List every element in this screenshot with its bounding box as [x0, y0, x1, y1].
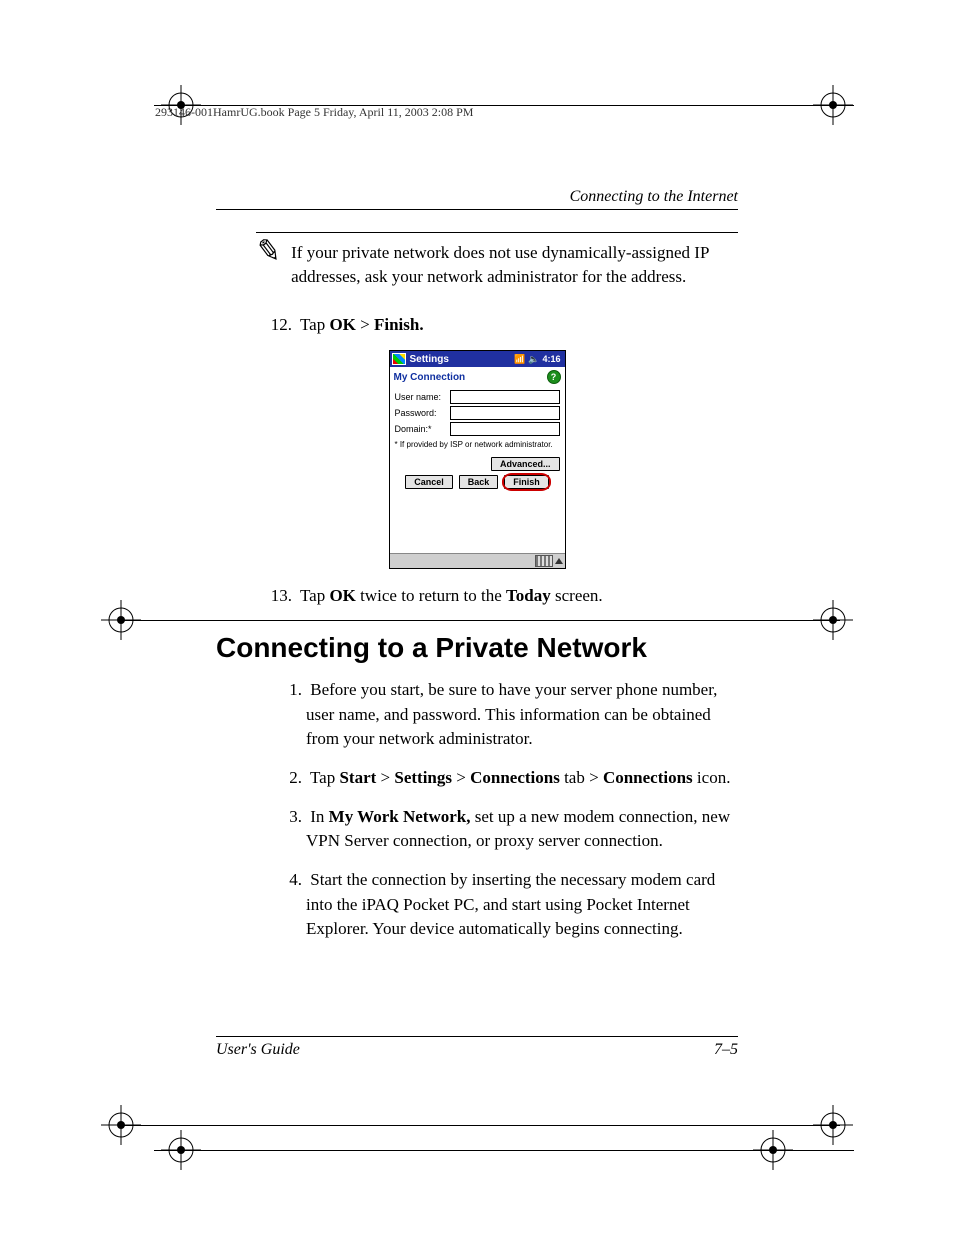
pencil-note-icon: ✎	[254, 235, 283, 268]
password-field	[450, 406, 560, 420]
running-header: Connecting to the Internet	[216, 188, 738, 210]
cancel-button: Cancel	[405, 475, 453, 489]
windows-flag-icon	[392, 353, 406, 365]
print-metadata: 293146-001HamrUG.book Page 5 Friday, Apr…	[155, 105, 473, 120]
step-text: Tap Start > Settings > Connections tab >…	[310, 768, 731, 787]
help-icon: ?	[547, 370, 561, 384]
footer-right: 7–5	[714, 1041, 738, 1059]
connection-title: My Connection	[394, 372, 466, 383]
domain-field	[450, 422, 560, 436]
step-number: 1.	[286, 678, 302, 703]
step-2: 2. Tap Start > Settings > Connections ta…	[306, 766, 738, 791]
speaker-icon: 🔈	[528, 354, 539, 365]
advanced-button: Advanced...	[491, 457, 560, 471]
body-content: ✎ If your private network does not use d…	[216, 232, 738, 956]
titlebar-title: Settings	[410, 354, 449, 365]
form-row-password: Password:	[390, 405, 565, 421]
step-text: Start the connection by inserting the ne…	[306, 870, 715, 938]
step-number: 12.	[264, 313, 292, 337]
step-text: Tap OK twice to return to the Today scre…	[300, 586, 603, 605]
step-text: Tap OK > Finish.	[300, 315, 424, 334]
step-number: 13.	[264, 584, 292, 608]
step-number: 2.	[286, 766, 302, 791]
up-caret-icon	[555, 558, 563, 564]
screenshot-figure: Settings 📶 🔈 4:16 My Connection ? User n…	[216, 350, 738, 572]
password-label: Password:	[395, 408, 450, 418]
step-text: Before you start, be sure to have your s…	[306, 680, 717, 748]
pocketpc-screenshot: Settings 📶 🔈 4:16 My Connection ? User n…	[389, 350, 566, 569]
username-field	[450, 390, 560, 404]
section-heading: Connecting to a Private Network	[216, 632, 738, 664]
domain-label: Domain:*	[395, 424, 450, 434]
screenshot-bottombar	[390, 553, 565, 568]
form-row-domain: Domain:*	[390, 421, 565, 437]
step-number: 3.	[286, 805, 302, 830]
step-text: In My Work Network, set up a new modem c…	[306, 807, 730, 851]
screenshot-titlebar: Settings 📶 🔈 4:16	[390, 351, 565, 367]
step-3: 3. In My Work Network, set up a new mode…	[306, 805, 738, 854]
step-13: 13. Tap OK twice to return to the Today …	[264, 584, 738, 608]
username-label: User name:	[395, 392, 450, 402]
clock-text: 4:16	[542, 354, 560, 364]
footer-left: User's Guide	[216, 1041, 300, 1059]
step-number: 4.	[286, 868, 302, 893]
crop-line	[120, 1125, 840, 1126]
document-page: 293146-001HamrUG.book Page 5 Friday, Apr…	[0, 0, 954, 1235]
keyboard-icon	[535, 555, 553, 567]
step-12: 12. Tap OK > Finish.	[264, 313, 738, 337]
step-1: 1. Before you start, be sure to have you…	[306, 678, 738, 752]
form-footnote: * If provided by ISP or network administ…	[390, 437, 565, 455]
back-button: Back	[459, 475, 499, 489]
signal-icon: 📶	[514, 354, 525, 365]
note-block: ✎ If your private network does not use d…	[256, 232, 738, 289]
page-footer: User's Guide 7–5	[216, 1036, 738, 1059]
note-text: If your private network does not use dyn…	[291, 241, 738, 289]
finish-button: Finish	[504, 475, 549, 489]
crop-line	[154, 1150, 854, 1151]
step-4: 4. Start the connection by inserting the…	[306, 868, 738, 942]
screenshot-subheader: My Connection ?	[390, 367, 565, 389]
form-row-username: User name:	[390, 389, 565, 405]
